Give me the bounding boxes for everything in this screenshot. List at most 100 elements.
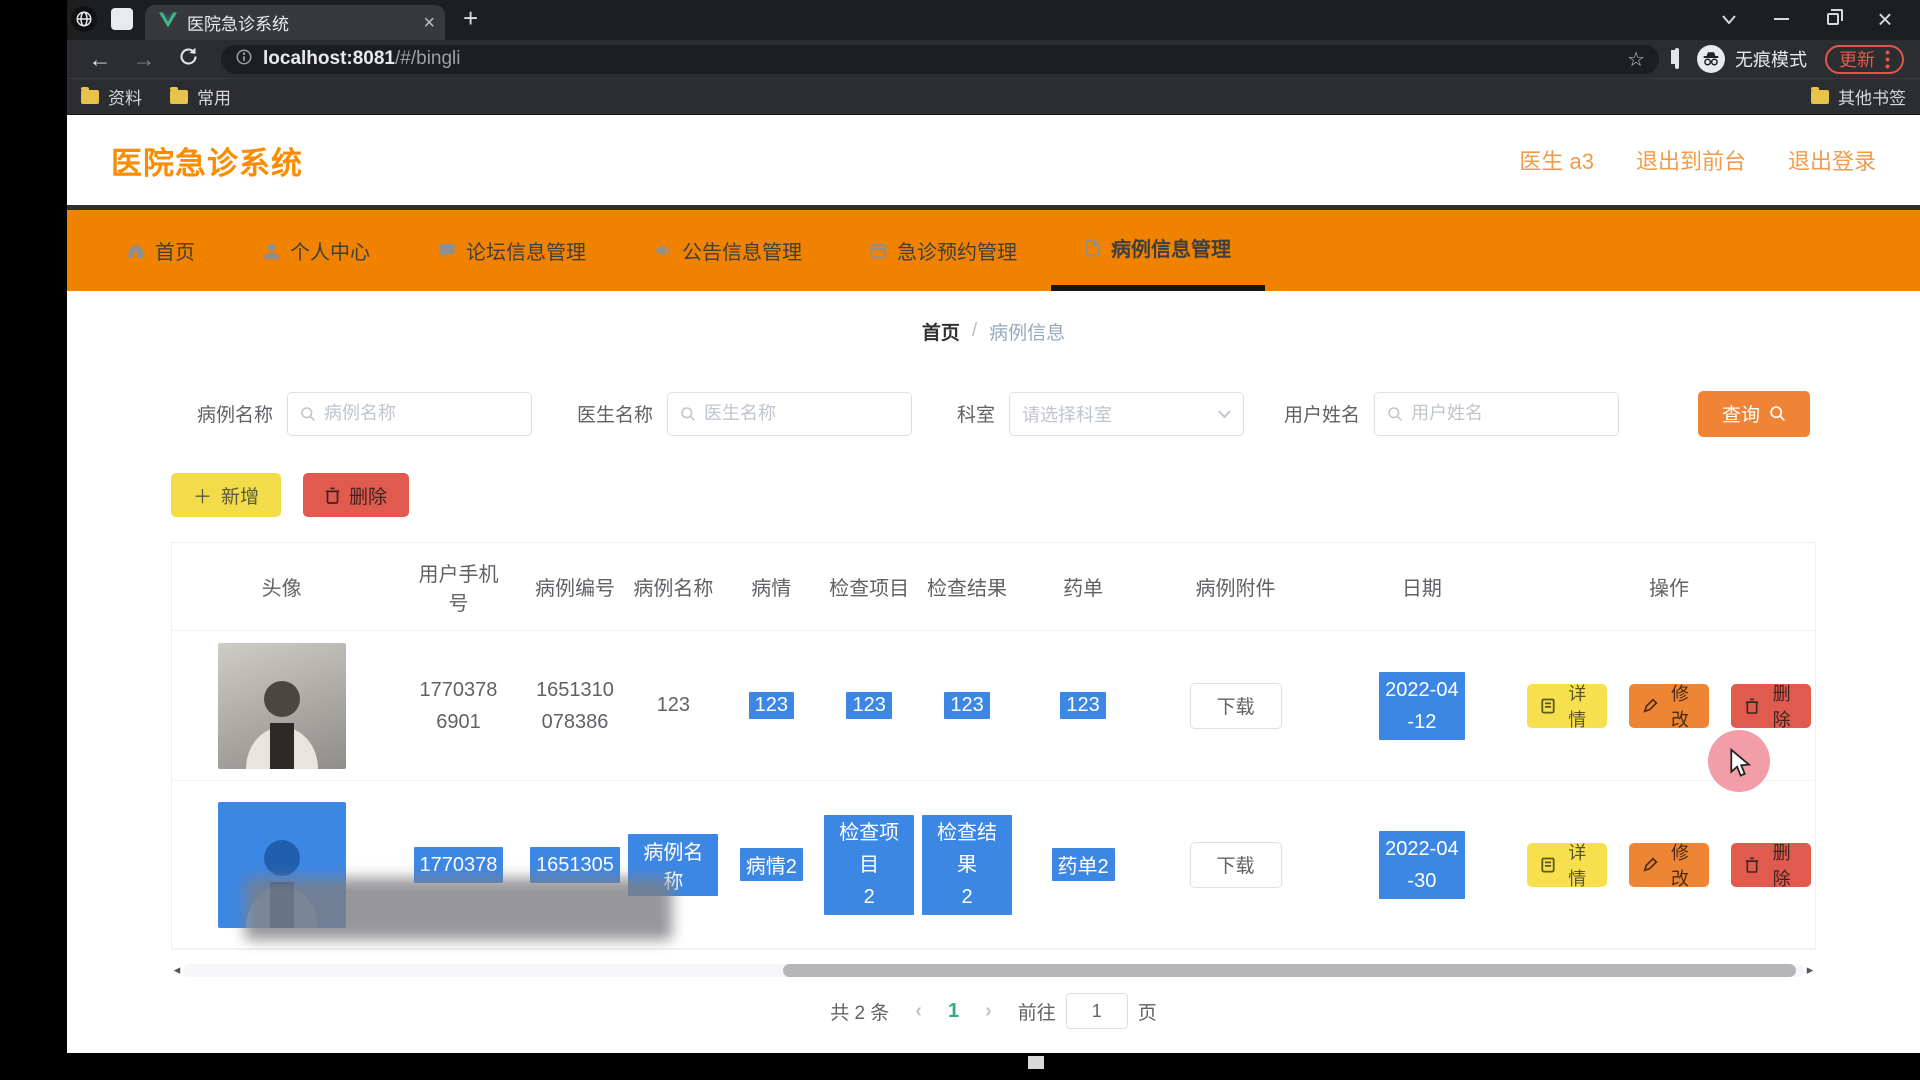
web-page: 医院急诊系统 医生 a3 退出到前台 退出登录 首页 个人中心	[67, 115, 1920, 1053]
doctor-name-input[interactable]	[667, 392, 912, 436]
nav-item-home[interactable]: 首页	[93, 210, 229, 291]
search-button[interactable]: 查询	[1698, 391, 1810, 437]
tab-strip: 医院急诊系统 × + ×	[67, 0, 1920, 40]
plus-icon: ＋	[193, 482, 212, 509]
search-icon	[680, 406, 696, 422]
search-icon	[1387, 406, 1403, 422]
pen-icon	[1643, 857, 1658, 872]
chevron-down-icon	[1218, 410, 1231, 418]
exit-to-front-link[interactable]: 退出到前台	[1636, 144, 1746, 176]
table-header-row: 头像 用户手机号 病例编号 病例名称 病情 检查项目 检查结果 药单 病例附件 …	[172, 543, 1815, 631]
goto-page-input[interactable]	[1066, 993, 1128, 1029]
reload-icon[interactable]	[171, 46, 205, 73]
forum-icon	[438, 242, 456, 259]
remove-button[interactable]: 删除	[1731, 843, 1811, 887]
detail-button[interactable]: 详情	[1527, 684, 1607, 728]
info-icon[interactable]	[235, 48, 253, 71]
nav-item-forum[interactable]: 论坛信息管理	[404, 210, 620, 291]
bookmarks-bar: 资料 常用 其他书签	[67, 78, 1920, 115]
current-user: 医生 a3	[1519, 144, 1594, 176]
edit-button[interactable]: 修改	[1629, 843, 1710, 887]
update-button[interactable]: 更新	[1825, 45, 1904, 74]
site-logo: 医院急诊系统	[111, 138, 303, 183]
calendar-icon	[870, 242, 887, 259]
case-name-input[interactable]	[287, 392, 532, 436]
browser-tab[interactable]: 医院急诊系统 ×	[145, 5, 445, 40]
tab-close-icon[interactable]: ×	[423, 13, 435, 33]
taskbar-sliver	[1028, 1056, 1044, 1069]
download-button[interactable]: 下载	[1190, 683, 1282, 729]
cases-table: 头像 用户手机号 病例编号 病例名称 病情 检查项目 检查结果 药单 病例附件 …	[171, 542, 1816, 950]
restore-button[interactable]	[1820, 8, 1846, 30]
prev-page-icon[interactable]: ‹	[915, 1000, 922, 1023]
logout-link[interactable]: 退出登录	[1788, 144, 1876, 176]
other-bookmarks[interactable]: 其他书签	[1811, 84, 1906, 109]
scrollbar-thumb[interactable]	[783, 964, 1796, 977]
scrollbar-track[interactable]	[183, 964, 1804, 977]
detail-icon	[1541, 698, 1555, 714]
incognito-indicator: 无痕模式	[1697, 45, 1807, 73]
table-row: 1770378 1651305 病例名称 病情2 检查项目 2 检查结果 2 药…	[172, 781, 1815, 949]
trash-icon	[1745, 698, 1759, 714]
pen-icon	[1643, 698, 1658, 713]
side-panel-icon[interactable]	[1675, 50, 1679, 68]
nav-item-announcement[interactable]: 公告信息管理	[620, 210, 836, 291]
user-icon	[263, 242, 280, 260]
url-text: localhost:8081/#/bingli	[263, 48, 461, 70]
breadcrumb: 首页 / 病例信息	[67, 291, 1920, 371]
trash-icon	[325, 487, 340, 504]
scroll-left-icon[interactable]: ◂	[171, 962, 183, 978]
tab-title: 医院急诊系统	[187, 10, 413, 35]
add-button[interactable]: ＋ 新增	[171, 473, 281, 517]
browser-toolbar: ← → localhost:8081/#/bingli ☆ 无痕模式 更新	[67, 40, 1920, 78]
download-button[interactable]: 下载	[1190, 842, 1282, 888]
back-icon[interactable]: ←	[83, 46, 117, 73]
scroll-right-icon[interactable]: ▸	[1804, 962, 1816, 978]
avatar-selected	[218, 802, 346, 928]
pagination: 共 2 条 ‹ 1 › 前往 页	[67, 980, 1920, 1042]
folder-icon	[81, 90, 99, 104]
nav-item-profile[interactable]: 个人中心	[229, 210, 404, 291]
edit-button[interactable]: 修改	[1629, 684, 1710, 728]
site-header: 医院急诊系统 医生 a3 退出到前台 退出登录	[67, 115, 1920, 205]
detail-button[interactable]: 详情	[1527, 843, 1607, 887]
horizontal-scrollbar: ◂ ▸	[171, 960, 1816, 980]
table-actions: ＋ 新增 删除	[67, 456, 1920, 534]
search-icon	[1769, 405, 1786, 422]
total-count: 共 2 条	[830, 998, 889, 1025]
page-number[interactable]: 1	[948, 1000, 959, 1023]
home-icon	[127, 242, 145, 259]
screen: 医院急诊系统 × + × ← →	[0, 0, 1920, 1080]
forward-icon[interactable]: →	[127, 46, 161, 73]
close-button[interactable]: ×	[1872, 8, 1898, 30]
remove-button[interactable]: 删除	[1731, 684, 1811, 728]
nav-item-appointment[interactable]: 急诊预约管理	[836, 210, 1051, 291]
filter-bar: 病例名称 医生名称 科室 请选择科室 用户姓名	[67, 371, 1920, 456]
new-tab-button[interactable]: +	[445, 3, 478, 40]
announcement-icon	[654, 242, 672, 259]
department-select[interactable]: 请选择科室	[1009, 392, 1244, 436]
globe-icon[interactable]	[71, 6, 97, 32]
pinned-tab-icon[interactable]	[111, 8, 133, 30]
minimize-button[interactable]	[1768, 8, 1794, 30]
bookmark-folder-2[interactable]: 常用	[170, 84, 231, 109]
nav-item-cases[interactable]: 病例信息管理	[1051, 210, 1265, 291]
bookmark-star-icon[interactable]: ☆	[1627, 47, 1645, 72]
document-icon	[1085, 239, 1101, 257]
avatar	[218, 643, 346, 769]
breadcrumb-current: 病例信息	[989, 318, 1065, 345]
table-row: 1770378 6901 1651310 078386 123 123 123 …	[172, 631, 1815, 781]
address-bar[interactable]: localhost:8081/#/bingli ☆	[221, 45, 1659, 74]
tab-search-icon[interactable]	[1716, 8, 1742, 30]
next-page-icon[interactable]: ›	[985, 1000, 992, 1023]
folder-icon	[1811, 90, 1829, 104]
search-icon	[300, 406, 316, 422]
user-name-input[interactable]	[1374, 392, 1619, 436]
bookmark-folder-1[interactable]: 资料	[81, 84, 142, 109]
breadcrumb-home[interactable]: 首页	[922, 318, 960, 345]
folder-icon	[170, 90, 188, 104]
incognito-icon	[1697, 45, 1725, 73]
browser-window: 医院急诊系统 × + × ← →	[67, 0, 1920, 1053]
mouse-cursor	[1728, 748, 1754, 783]
delete-button[interactable]: 删除	[303, 473, 409, 517]
